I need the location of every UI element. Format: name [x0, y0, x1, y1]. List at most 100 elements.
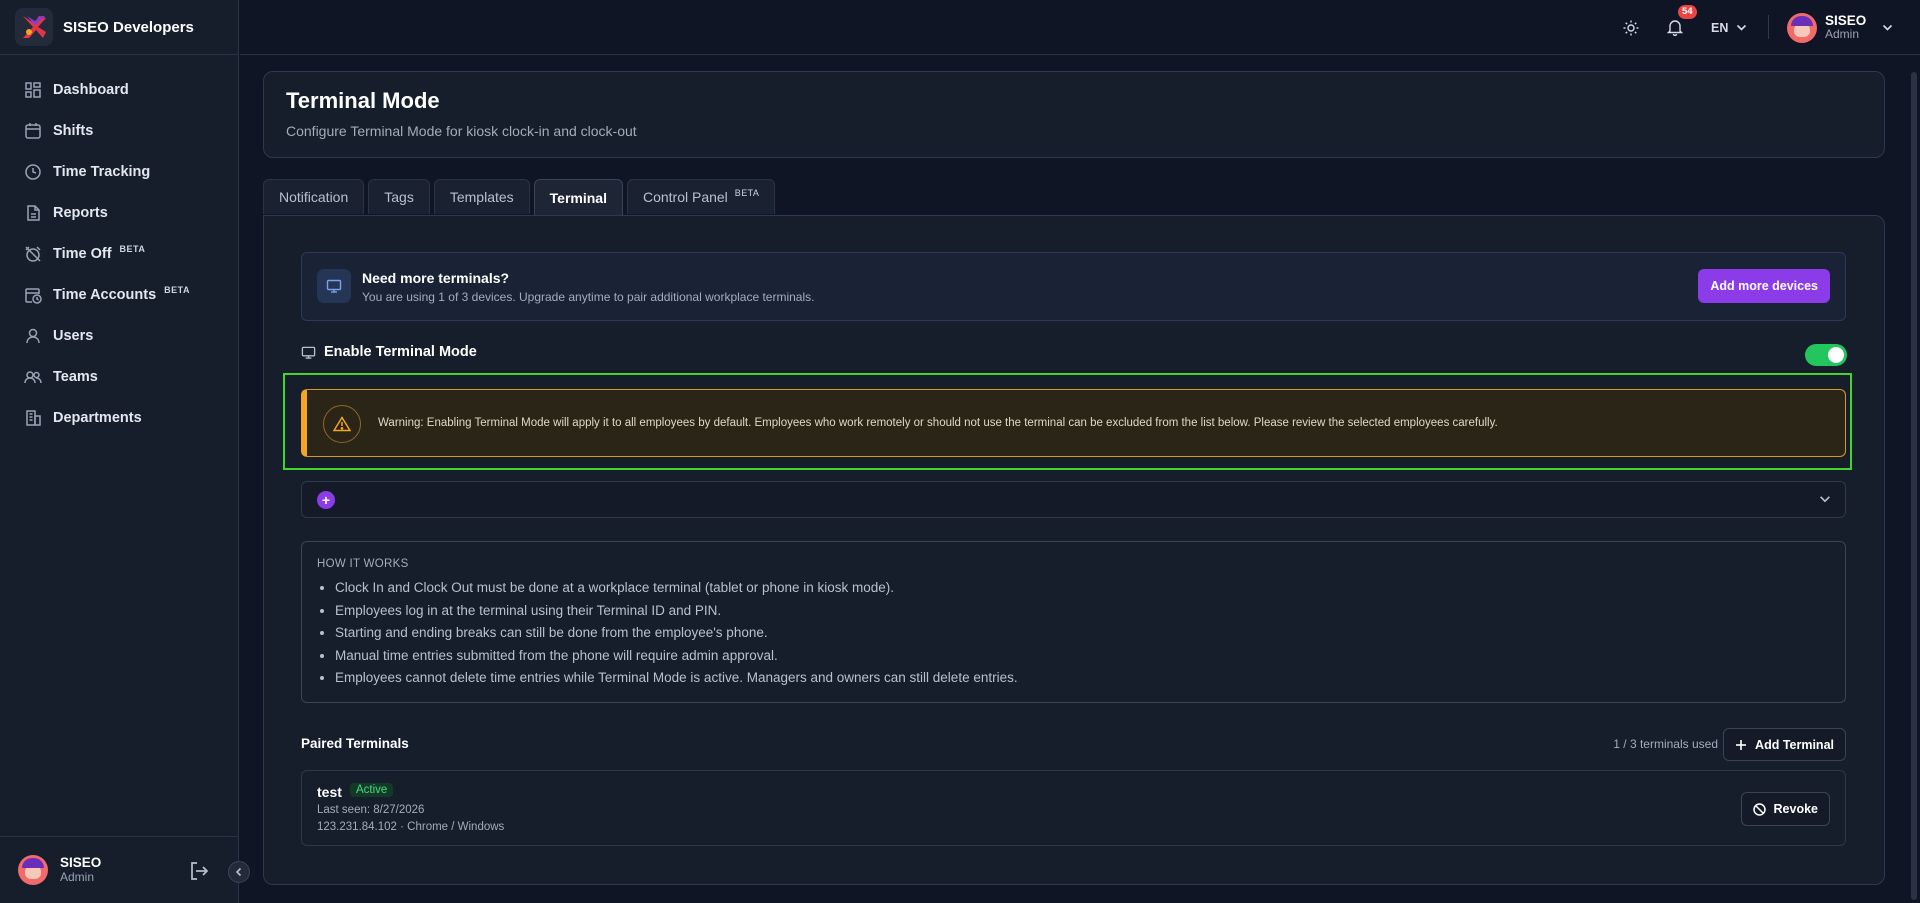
ban-icon: [1752, 802, 1766, 816]
user-role: Admin: [60, 869, 95, 884]
enable-terminal-toggle[interactable]: [1805, 344, 1847, 366]
beta-badge: BETA: [734, 187, 760, 198]
add-terminal-label: Add Terminal: [1755, 737, 1834, 752]
terminal-device-info: 123.231.84.102 · Chrome / Windows: [317, 821, 505, 833]
sidebar-item-reports[interactable]: Reports: [0, 192, 238, 233]
warning-banner: Warning: Enabling Terminal Mode will app…: [301, 389, 1846, 457]
chevron-down-icon: [1737, 24, 1747, 31]
logout-icon[interactable]: [188, 860, 210, 887]
brand: SISEO Developers: [0, 0, 238, 55]
team-icon: [24, 368, 42, 386]
tab-label: Tags: [384, 189, 414, 205]
sidebar-item-time-off[interactable]: Time Off BETA: [0, 233, 238, 274]
sidebar-user: SISEO Admin: [0, 836, 239, 903]
sidebar-item-label: Teams: [53, 368, 98, 385]
sidebar-user-info: SISEO Admin: [60, 855, 101, 884]
main-content: Terminal Mode Configure Terminal Mode fo…: [263, 71, 1885, 885]
paired-terminals-title: Paired Terminals: [301, 736, 409, 751]
avatar[interactable]: [18, 855, 48, 885]
upgrade-title: Need more terminals?: [362, 270, 510, 286]
tab-label: Notification: [279, 189, 349, 205]
tab-terminal[interactable]: Terminal: [533, 179, 623, 215]
bell-icon: [1667, 20, 1683, 36]
report-icon: [24, 204, 42, 222]
status-badge: Active: [350, 783, 394, 797]
notifications-button[interactable]: 54: [1667, 0, 1697, 55]
how-it-works-list: Clock In and Clock Out must be done at a…: [317, 577, 1830, 690]
list-item: Employees log in at the terminal using t…: [335, 600, 1830, 623]
sidebar-item-shifts[interactable]: Shifts: [0, 110, 238, 151]
sidebar-item-label: Time Off: [53, 245, 112, 262]
brand-logo-icon[interactable]: [15, 8, 53, 46]
page-title: Terminal Mode: [286, 88, 440, 113]
beta-badge: BETA: [119, 243, 146, 254]
enable-terminal-row: Enable Terminal Mode: [301, 344, 477, 360]
sidebar-nav: Dashboard Shifts Time Tracking Reports T…: [0, 55, 238, 438]
terminal-last-seen: Last seen: 8/27/2026: [317, 804, 425, 816]
tab-templates[interactable]: Templates: [433, 179, 530, 214]
dashboard-icon: [24, 81, 42, 99]
list-item: Employees cannot delete time entries whi…: [335, 667, 1830, 690]
plus-icon: [1736, 739, 1747, 750]
sidebar-item-time-tracking[interactable]: Time Tracking: [0, 151, 238, 192]
sidebar-item-dashboard[interactable]: Dashboard: [0, 69, 238, 110]
add-more-devices-button[interactable]: Add more devices: [1698, 269, 1830, 303]
topbar-user-info: SISEO Admin: [1825, 13, 1866, 42]
how-it-works-title: HOW IT WORKS: [317, 558, 409, 570]
beta-badge: BETA: [164, 284, 190, 295]
tab-notification[interactable]: Notification: [263, 179, 365, 214]
monitor-icon: [317, 269, 351, 303]
user-role: Admin: [1825, 27, 1860, 42]
brand-title: SISEO Developers: [63, 18, 194, 36]
sidebar-item-label: Time Tracking: [53, 163, 151, 180]
sidebar-item-label: Dashboard: [53, 81, 129, 98]
tab-label: Terminal: [549, 189, 607, 206]
sidebar-item-label: Shifts: [53, 122, 94, 139]
terminal-panel: Need more terminals? You are using 1 of …: [263, 215, 1885, 885]
sidebar-item-teams[interactable]: Teams: [0, 356, 238, 397]
revoke-label: Revoke: [1773, 802, 1818, 816]
calendar-clock-icon: [24, 286, 42, 304]
warning-text: Warning: Enabling Terminal Mode will app…: [378, 417, 1498, 429]
collapse-sidebar-button[interactable]: [228, 861, 250, 883]
page-subtitle: Configure Terminal Mode for kiosk clock-…: [286, 123, 637, 139]
add-terminal-button[interactable]: Add Terminal: [1723, 728, 1846, 761]
list-item: Manual time entries submitted from the p…: [335, 645, 1830, 668]
language-selector[interactable]: EN: [1711, 0, 1747, 55]
sidebar-item-label: Departments: [53, 409, 142, 426]
calendar-icon: [24, 122, 42, 140]
upgrade-subtitle: You are using 1 of 3 devices. Upgrade an…: [362, 290, 815, 304]
tab-label: Control Panel: [642, 189, 728, 205]
clock-icon: [24, 163, 42, 181]
sidebar-item-time-accounts[interactable]: Time Accounts BETA: [0, 274, 238, 315]
revoke-button[interactable]: Revoke: [1740, 792, 1830, 826]
theme-toggle-button[interactable]: [1623, 0, 1639, 55]
page-header: Terminal Mode Configure Terminal Mode fo…: [263, 71, 1885, 158]
page-scrollbar[interactable]: [1911, 72, 1917, 900]
alarm-off-icon: [24, 245, 42, 263]
terminal-row: test Active Last seen: 8/27/2026 123.231…: [301, 770, 1846, 846]
notification-count-badge: 54: [1678, 5, 1697, 19]
list-item: Clock In and Clock Out must be done at a…: [335, 577, 1830, 600]
tab-control-panel[interactable]: Control Panel BETA: [626, 179, 776, 214]
chevron-left-icon: [235, 867, 242, 877]
user-name: SISEO: [1825, 12, 1867, 28]
sidebar-item-departments[interactable]: Departments: [0, 397, 238, 438]
employee-exclusion-selector[interactable]: +: [301, 481, 1846, 518]
tab-tags[interactable]: Tags: [368, 179, 430, 214]
sun-icon: [1623, 20, 1639, 35]
settings-tabs: Notification Tags Templates Terminal Con…: [263, 179, 776, 215]
plus-icon: +: [317, 491, 335, 509]
user-name: SISEO: [60, 855, 102, 871]
terminal-name: test: [317, 784, 342, 800]
user-icon: [24, 327, 42, 345]
user-menu[interactable]: SISEO Admin: [1787, 0, 1893, 55]
sidebar-item-label: Users: [53, 327, 94, 344]
list-item: Starting and ending breaks can still be …: [335, 622, 1830, 645]
avatar: [1787, 12, 1817, 43]
chevron-down-icon: [1819, 492, 1831, 510]
sidebar-item-users[interactable]: Users: [0, 315, 238, 356]
sidebar-item-label: Reports: [53, 204, 108, 221]
upgrade-banner: Need more terminals? You are using 1 of …: [301, 252, 1846, 321]
topbar: 54 EN SISEO Admin: [240, 0, 1920, 55]
